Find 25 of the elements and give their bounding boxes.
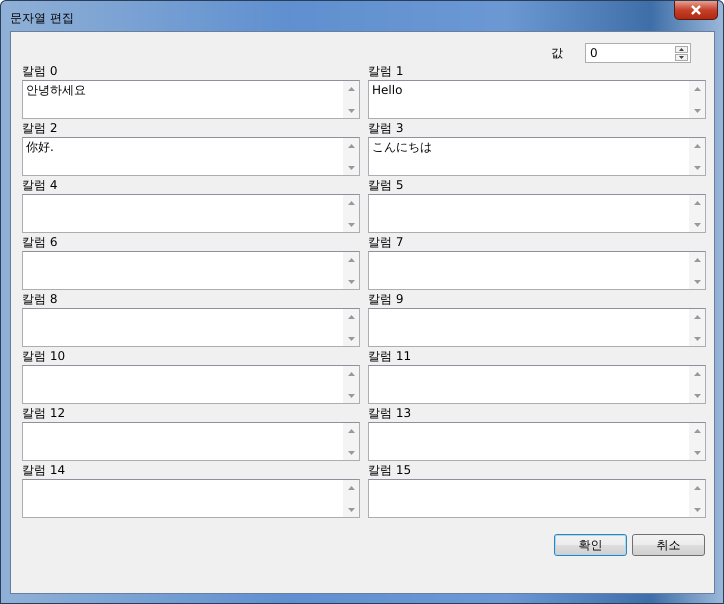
- ok-button[interactable]: 확인: [554, 534, 627, 556]
- spin-up-icon[interactable]: [675, 46, 688, 52]
- value-label: 값: [551, 44, 563, 62]
- field-label: 칼럼 9: [368, 292, 404, 307]
- field-label: 칼럼 14: [22, 463, 66, 478]
- field-label: 칼럼 11: [368, 349, 412, 364]
- field-label: 칼럼 15: [368, 463, 412, 478]
- field-label: 칼럼 13: [368, 406, 412, 421]
- window-title: 문자열 편집: [10, 10, 74, 27]
- field-label: 칼럼 7: [368, 235, 404, 250]
- value-spinbox[interactable]: 0: [585, 43, 691, 63]
- close-icon: [690, 5, 702, 15]
- field-label: 칼럼 5: [368, 178, 404, 193]
- field-label: 칼럼 2: [22, 121, 58, 136]
- field-label: 칼럼 4: [22, 178, 58, 193]
- field-label: 칼럼 6: [22, 235, 58, 250]
- field-label: 칼럼 0: [22, 64, 58, 79]
- field-label: 칼럼 1: [368, 64, 404, 79]
- field-label: 칼럼 12: [22, 406, 66, 421]
- field-label: 칼럼 10: [22, 349, 66, 364]
- close-button[interactable]: [674, 1, 718, 20]
- cancel-button[interactable]: 취소: [632, 534, 705, 556]
- field-label: 칼럼 8: [22, 292, 58, 307]
- field-label: 칼럼 3: [368, 121, 404, 136]
- spin-down-icon[interactable]: [675, 54, 688, 60]
